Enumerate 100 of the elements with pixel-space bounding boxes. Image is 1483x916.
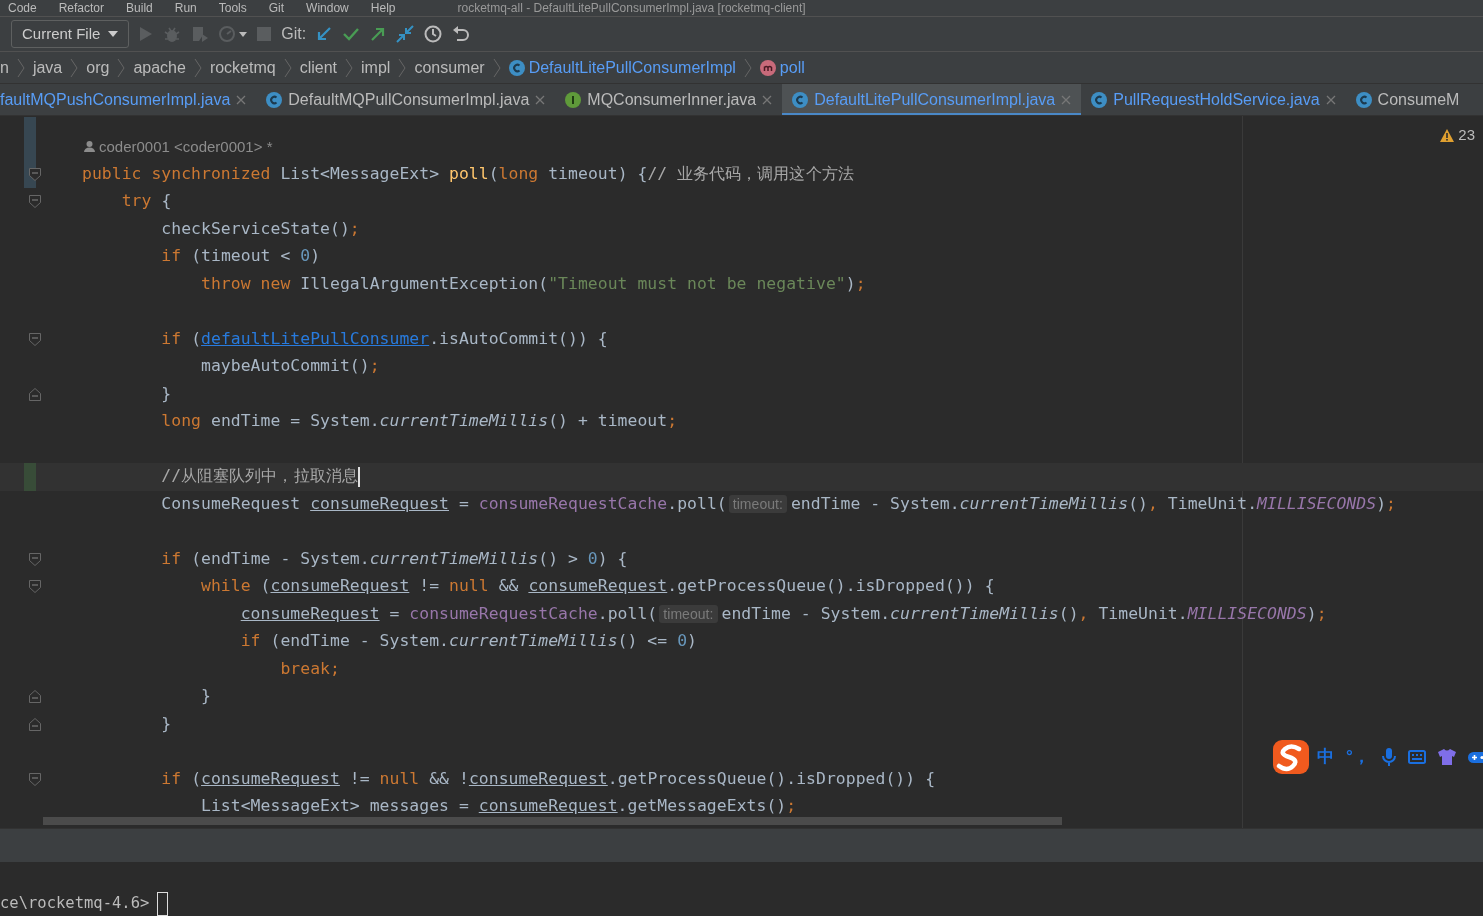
breadcrumb-item[interactable]: DefaultLitePullConsumerImpl xyxy=(528,55,736,80)
profiler-icon[interactable] xyxy=(219,25,248,43)
run-icon[interactable] xyxy=(139,26,154,42)
breadcrumb-item[interactable]: consumer xyxy=(414,55,485,80)
fold-icon[interactable] xyxy=(29,552,41,566)
close-icon[interactable] xyxy=(535,95,546,105)
debug-icon[interactable] xyxy=(163,25,182,43)
menu-item[interactable]: Run xyxy=(174,0,197,16)
warning-icon xyxy=(1440,128,1455,142)
person-icon xyxy=(84,141,95,153)
keyboard-icon[interactable] xyxy=(1407,750,1426,764)
class-icon xyxy=(508,59,525,76)
menu-item[interactable]: Help xyxy=(370,0,396,16)
chevron-icon xyxy=(743,57,752,78)
code-line: public synchronized List<MessageExt> poll(long timeout) {// 业务代码，调用这个方法 xyxy=(82,162,854,185)
author-hint: coder0001 <coder0001> * xyxy=(99,136,273,157)
breadcrumb-item[interactable]: impl xyxy=(361,55,391,80)
menu-item[interactable]: Code xyxy=(8,0,37,16)
editor-tab[interactable]: DefaultMQPullConsumerImpl.java xyxy=(256,84,556,115)
breadcrumb-item[interactable]: poll xyxy=(779,55,805,80)
shirt-icon[interactable] xyxy=(1437,749,1456,765)
git-label: Git: xyxy=(281,24,307,44)
close-icon[interactable] xyxy=(1325,95,1336,105)
close-icon[interactable] xyxy=(762,95,773,105)
merge-icon[interactable] xyxy=(396,25,415,43)
gamepad-icon[interactable] xyxy=(1467,750,1483,764)
fold-icon[interactable] xyxy=(29,580,41,593)
code-line: List<MessageExt> messages = consumeRequest.getMessageExts(); xyxy=(200,795,797,818)
code-line: maybeAutoCommit(); xyxy=(200,355,380,378)
fold-icon[interactable] xyxy=(29,332,41,346)
editor-tab[interactable]: PullRequestHoldService.java xyxy=(1081,84,1346,115)
code-line: if (endTime - System.currentTimeMillis() <= 0) xyxy=(239,630,697,653)
caret-icon xyxy=(108,31,119,37)
breadcrumb-item[interactable]: java xyxy=(32,55,63,80)
editor-tab[interactable]: DefaultLitePullConsumerImpl.java xyxy=(782,84,1082,115)
code-line: break; xyxy=(279,657,340,680)
punctuation-mode[interactable]: °， xyxy=(1346,744,1370,770)
window-title: rocketmq-all - DefaultLitePullConsumerImpl.java [rocketmq-client] xyxy=(457,0,806,16)
rollback-icon[interactable] xyxy=(452,25,471,43)
method-icon xyxy=(759,59,776,76)
chevron-icon xyxy=(16,57,25,78)
code-line: while (consumeRequest != null && consumeRequest.getProcessQueue().isDropped()) { xyxy=(200,575,995,598)
code-line: if (consumeRequest != null && !consumeRequest.getProcessQueue().isDropped()) { xyxy=(160,767,936,790)
fold-icon[interactable] xyxy=(29,717,41,731)
close-icon[interactable] xyxy=(236,95,247,105)
history-icon[interactable] xyxy=(424,25,443,43)
chevron-icon xyxy=(70,57,79,78)
breadcrumb-item[interactable]: rocketmq xyxy=(209,55,276,80)
editor-tab[interactable]: faultMQPushConsumerImpl.java xyxy=(0,84,257,115)
update-project-icon[interactable] xyxy=(316,26,333,42)
fold-icon[interactable] xyxy=(29,387,41,401)
breadcrumb-item[interactable]: client xyxy=(299,55,338,80)
code-line: throw new IllegalArgumentException("Timeout must not be negative"); xyxy=(200,272,866,295)
input-mode[interactable]: 中 xyxy=(1317,744,1334,770)
chevron-icon xyxy=(492,57,501,78)
warning-count: 23 xyxy=(1458,125,1475,145)
close-icon[interactable] xyxy=(1061,95,1072,105)
menu-item[interactable]: Refactor xyxy=(58,0,105,16)
chevron-icon xyxy=(193,57,202,78)
ime-logo-icon xyxy=(1271,738,1311,776)
code-line: if (timeout < 0) xyxy=(160,245,321,268)
code-line: long endTime = System.currentTimeMillis() + timeout; xyxy=(160,410,678,433)
fold-icon[interactable] xyxy=(29,195,41,208)
menu-item[interactable]: Tools xyxy=(218,0,247,16)
code-line: checkServiceState(); xyxy=(160,217,360,240)
menu-item[interactable]: Window xyxy=(306,0,349,16)
editor-tab[interactable]: ConsumeM xyxy=(1345,84,1470,115)
chevron-icon xyxy=(398,57,407,78)
menu-item[interactable]: Build xyxy=(126,0,153,16)
code-line: if (endTime - System.currentTimeMillis() > 0) { xyxy=(160,547,628,570)
push-icon[interactable] xyxy=(370,26,387,42)
microphone-icon[interactable] xyxy=(1381,748,1396,766)
breadcrumb-item[interactable]: org xyxy=(86,55,110,80)
coverage-icon[interactable] xyxy=(191,25,210,43)
breadcrumb-item[interactable]: apache xyxy=(133,55,186,80)
fold-icon[interactable] xyxy=(29,772,41,786)
code-line: consumeRequest = consumeRequestCache.poll( timeout: endTime - System.currentTimeMillis(), TimeUnit.MILLISECONDS); xyxy=(239,602,1327,625)
breadcrumb-item[interactable]: n xyxy=(0,55,9,80)
class-icon xyxy=(792,92,809,108)
fold-icon[interactable] xyxy=(29,690,41,703)
horizontal-scrollbar[interactable] xyxy=(43,817,1062,825)
run-configuration-dropdown[interactable]: Current File xyxy=(11,19,130,49)
interface-icon xyxy=(565,92,582,108)
class-icon xyxy=(1355,92,1372,108)
code-line: //从阻塞队列中，拉取消息 xyxy=(160,465,358,488)
chevron-icon xyxy=(283,57,292,78)
stop-icon[interactable] xyxy=(257,27,272,41)
chevron-icon xyxy=(117,57,126,78)
class-icon xyxy=(266,92,283,108)
code-line: } xyxy=(160,712,172,735)
terminal-cursor xyxy=(157,892,169,916)
terminal-prompt: ce\rocketmq-4.6> xyxy=(0,893,150,915)
code-line: } xyxy=(200,685,211,708)
editor-tab[interactable]: MQConsumerInner.java xyxy=(555,84,783,115)
code-line: if (defaultLitePullConsumer.isAutoCommit()) { xyxy=(160,327,608,350)
menu-item[interactable]: Git xyxy=(268,0,285,16)
fold-icon[interactable] xyxy=(29,167,41,181)
commit-icon[interactable] xyxy=(342,26,361,42)
code-line: } xyxy=(160,382,172,405)
chevron-icon xyxy=(345,57,354,78)
